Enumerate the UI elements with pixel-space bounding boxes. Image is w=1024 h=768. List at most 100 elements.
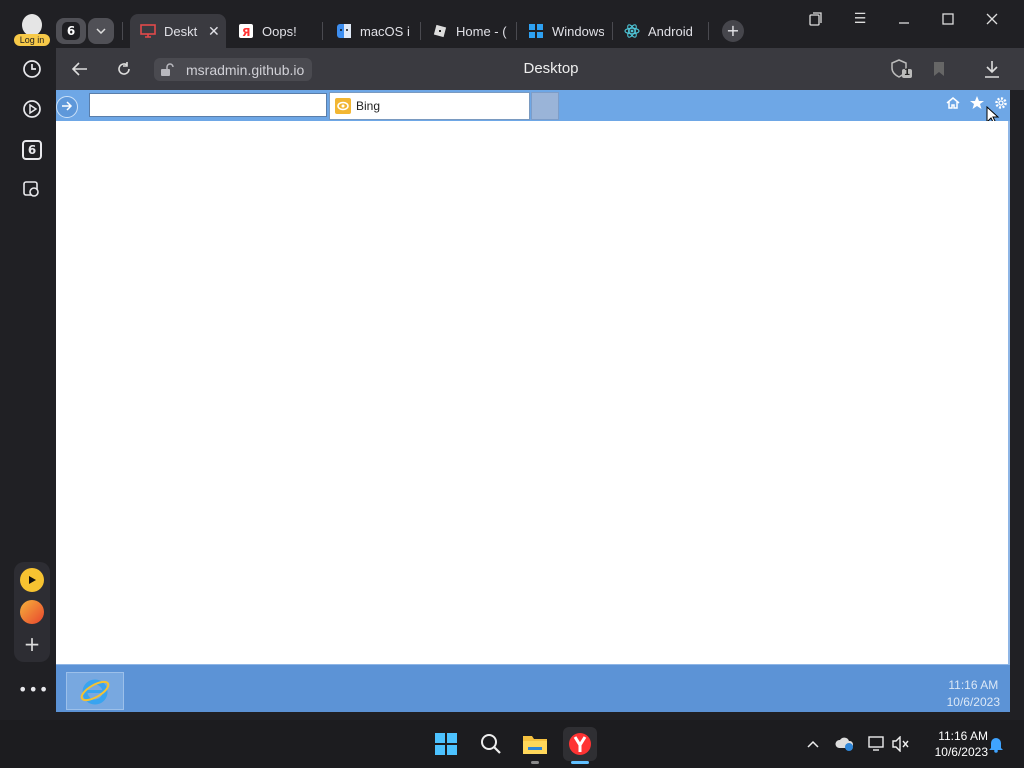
tab-home[interactable]: Home - ( [422, 14, 514, 48]
profile-avatar[interactable]: Log in [14, 10, 50, 46]
screenshot-button[interactable] [16, 173, 48, 205]
tab-label: Android [648, 23, 693, 39]
tab-label: Oops! [262, 23, 297, 39]
music-app-icon[interactable] [20, 568, 44, 592]
video-button[interactable] [16, 93, 48, 125]
network-icon[interactable] [867, 734, 887, 754]
ie-search-button[interactable] [531, 92, 559, 120]
bing-icon [335, 98, 351, 114]
more-icon[interactable]: ••• [18, 680, 48, 699]
play-icon [29, 576, 36, 584]
internet-explorer-icon [80, 679, 110, 705]
menu-icon[interactable]: ☰ [845, 8, 875, 30]
ie-taskbar: 11:16 AM 10/6/2023 [56, 664, 1010, 712]
tab-label: Windows [552, 23, 604, 39]
tabs-count-button[interactable]: 6 [22, 140, 42, 160]
tab-separator [708, 22, 709, 40]
search-button[interactable] [475, 728, 507, 760]
page-title: Desktop [523, 60, 579, 77]
browser-sidebar: Log in 6 + ••• [0, 0, 56, 720]
arrow-right-icon [62, 101, 73, 111]
zen-app-icon[interactable] [20, 600, 44, 624]
close-window-icon[interactable] [977, 8, 1007, 30]
tab-windows[interactable]: Windows [518, 14, 610, 48]
taskbar-clock-time: 11:16 AM [938, 729, 988, 743]
clock-icon [23, 60, 41, 78]
tab-separator [612, 22, 613, 40]
user-icon [22, 14, 42, 36]
minimize-icon[interactable] [889, 8, 919, 30]
tab-android[interactable]: Android [614, 14, 706, 48]
favorites-star-icon[interactable] [968, 94, 986, 112]
ie-clock-date: 10/6/2023 [946, 695, 1000, 709]
close-icon[interactable]: ✕ [208, 23, 220, 40]
tab-counter-value: 6 [62, 22, 80, 40]
browser-window: Log in 6 + ••• 6 Deskt ✕ Я Oops! macOS i… [0, 0, 1024, 720]
tab-separator [516, 22, 517, 40]
taskbar-clock-date: 10/6/2023 [934, 745, 988, 759]
ie-forward-button[interactable] [56, 96, 78, 118]
history-button[interactable] [16, 53, 48, 85]
collections-icon[interactable] [801, 8, 831, 30]
yandex-active-indicator [571, 761, 589, 764]
ie-emulator-window: Bing 11:16 AM 10/6/2023 [56, 90, 1010, 712]
downloads-button[interactable] [981, 59, 1003, 79]
tab-strip: 6 Deskt ✕ Я Oops! macOS i Home - ( Windo… [56, 0, 1024, 48]
chevron-down-icon[interactable] [88, 18, 114, 44]
reload-button[interactable] [112, 58, 136, 80]
ie-taskbar-button[interactable] [66, 672, 124, 710]
tab-separator [322, 22, 323, 40]
tab-oops[interactable]: Я Oops! [228, 14, 320, 48]
ie-clock-time: 11:16 AM [948, 678, 999, 692]
url-field[interactable]: msradmin.github.io [154, 58, 313, 81]
arrow-left-icon [72, 62, 87, 76]
start-button[interactable] [430, 728, 462, 760]
ie-page-content[interactable] [56, 121, 1008, 664]
tab-label: Deskt [164, 23, 198, 39]
protect-count: 1 [903, 68, 911, 78]
onedrive-icon[interactable] [835, 734, 855, 754]
ie-clock: 11:16 AM 10/6/2023 [947, 677, 1000, 711]
lock-open-icon [161, 62, 174, 76]
yandex-icon: Я [238, 23, 254, 39]
back-button[interactable] [68, 58, 92, 80]
yandex-browser-icon [569, 733, 591, 755]
chevron-up-icon[interactable] [803, 734, 823, 754]
play-circle-icon [23, 100, 41, 118]
svg-text:Я: Я [242, 26, 250, 38]
ie-search-box[interactable]: Bing [329, 92, 530, 120]
tab-separator [122, 22, 123, 40]
sidebar-apps-panel: + [14, 562, 50, 662]
notification-bell-icon[interactable] [986, 734, 1006, 754]
maximize-icon[interactable] [933, 8, 963, 30]
home-icon[interactable] [944, 94, 962, 112]
tab-separator [420, 22, 421, 40]
tab-counter-button[interactable]: 6 [56, 18, 86, 44]
ie-scrollbar[interactable] [1008, 121, 1010, 664]
tab-desktop[interactable]: Deskt ✕ [130, 14, 226, 48]
search-icon [481, 734, 501, 754]
tab-label: Home - ( [456, 23, 507, 39]
bookmark-button[interactable] [928, 59, 950, 79]
tab-macos[interactable]: macOS i [326, 14, 418, 48]
address-bar: msradmin.github.io Desktop 1 [56, 48, 1024, 90]
download-icon [985, 61, 999, 78]
protect-button[interactable]: 1 [891, 59, 913, 79]
tab-label: macOS i [360, 23, 410, 39]
folder-icon [523, 736, 547, 754]
react-icon [624, 23, 640, 39]
camera-icon [23, 181, 39, 197]
taskbar-clock[interactable]: 11:16 AM 10/6/2023 [918, 728, 988, 760]
volume-muted-icon[interactable] [891, 734, 911, 754]
new-tab-button[interactable]: + [722, 20, 744, 42]
reload-icon [118, 62, 130, 75]
bookmark-icon [934, 62, 944, 76]
windows-icon [528, 23, 544, 39]
finder-icon [336, 23, 352, 39]
explorer-running-indicator [531, 761, 539, 764]
add-app-icon[interactable]: + [20, 632, 44, 656]
ie-address-input[interactable] [89, 93, 327, 117]
yandex-browser-button[interactable] [563, 727, 597, 761]
file-explorer-button[interactable] [519, 728, 551, 760]
ie-command-bar: Bing [56, 90, 1010, 125]
